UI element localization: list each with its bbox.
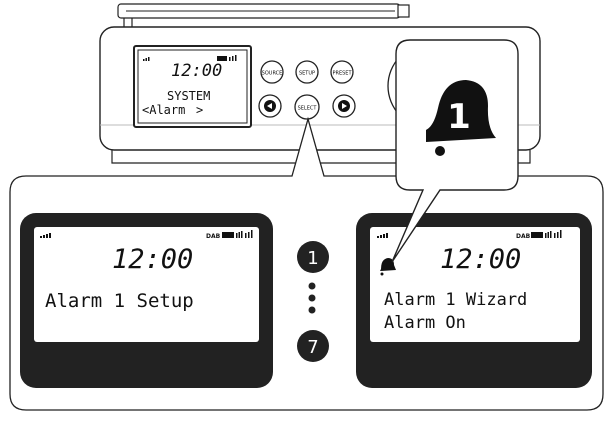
- step-last: 7: [307, 337, 318, 358]
- right-display: 12:00 DAB Alarm 1 Wizard Alarm On: [356, 213, 592, 388]
- radio-screen-line1: SYSTEM: [167, 89, 210, 103]
- left-display-band: DAB: [206, 233, 221, 240]
- step-first: 1: [307, 248, 318, 269]
- left-display: 12:00 DAB Alarm 1 Setup: [20, 213, 273, 388]
- ellipsis-dot: [308, 282, 316, 290]
- radio-screen-line2-right: >: [196, 103, 203, 117]
- ellipsis-dot: [308, 306, 316, 314]
- left-display-time: 12:00: [112, 244, 193, 275]
- right-display-time: 12:00: [440, 244, 521, 275]
- radio-screen: 12:00 SYSTEM <Alarm >: [133, 45, 252, 128]
- radio-time: 12:00: [171, 61, 222, 81]
- setup-button[interactable]: SETUP: [295, 60, 319, 84]
- right-arrow-button[interactable]: [332, 94, 356, 118]
- alarm-setup-diagram: 12:00 SYSTEM <Alarm > SOURCE SETUP PRESE…: [9, 3, 604, 411]
- ellipsis-dot: [308, 294, 316, 302]
- antenna: [117, 3, 410, 28]
- right-display-line1: Alarm 1 Wizard: [384, 290, 527, 310]
- alarm-number: 1: [447, 97, 471, 137]
- svg-text:SETUP: SETUP: [299, 71, 315, 77]
- svg-text:SELECT: SELECT: [298, 106, 318, 112]
- svg-text:SOURCE: SOURCE: [262, 71, 283, 77]
- preset-button[interactable]: PRESET: [330, 60, 354, 84]
- left-display-text: Alarm 1 Setup: [45, 290, 194, 312]
- left-arrow-button[interactable]: [258, 94, 282, 118]
- select-button[interactable]: SELECT: [294, 94, 320, 120]
- right-display-line2: Alarm On: [384, 313, 466, 333]
- radio-screen-line2-left: <Alarm: [142, 103, 185, 117]
- source-button[interactable]: SOURCE: [260, 60, 284, 84]
- svg-text:PRESET: PRESET: [332, 71, 352, 77]
- right-display-band: DAB: [516, 233, 531, 240]
